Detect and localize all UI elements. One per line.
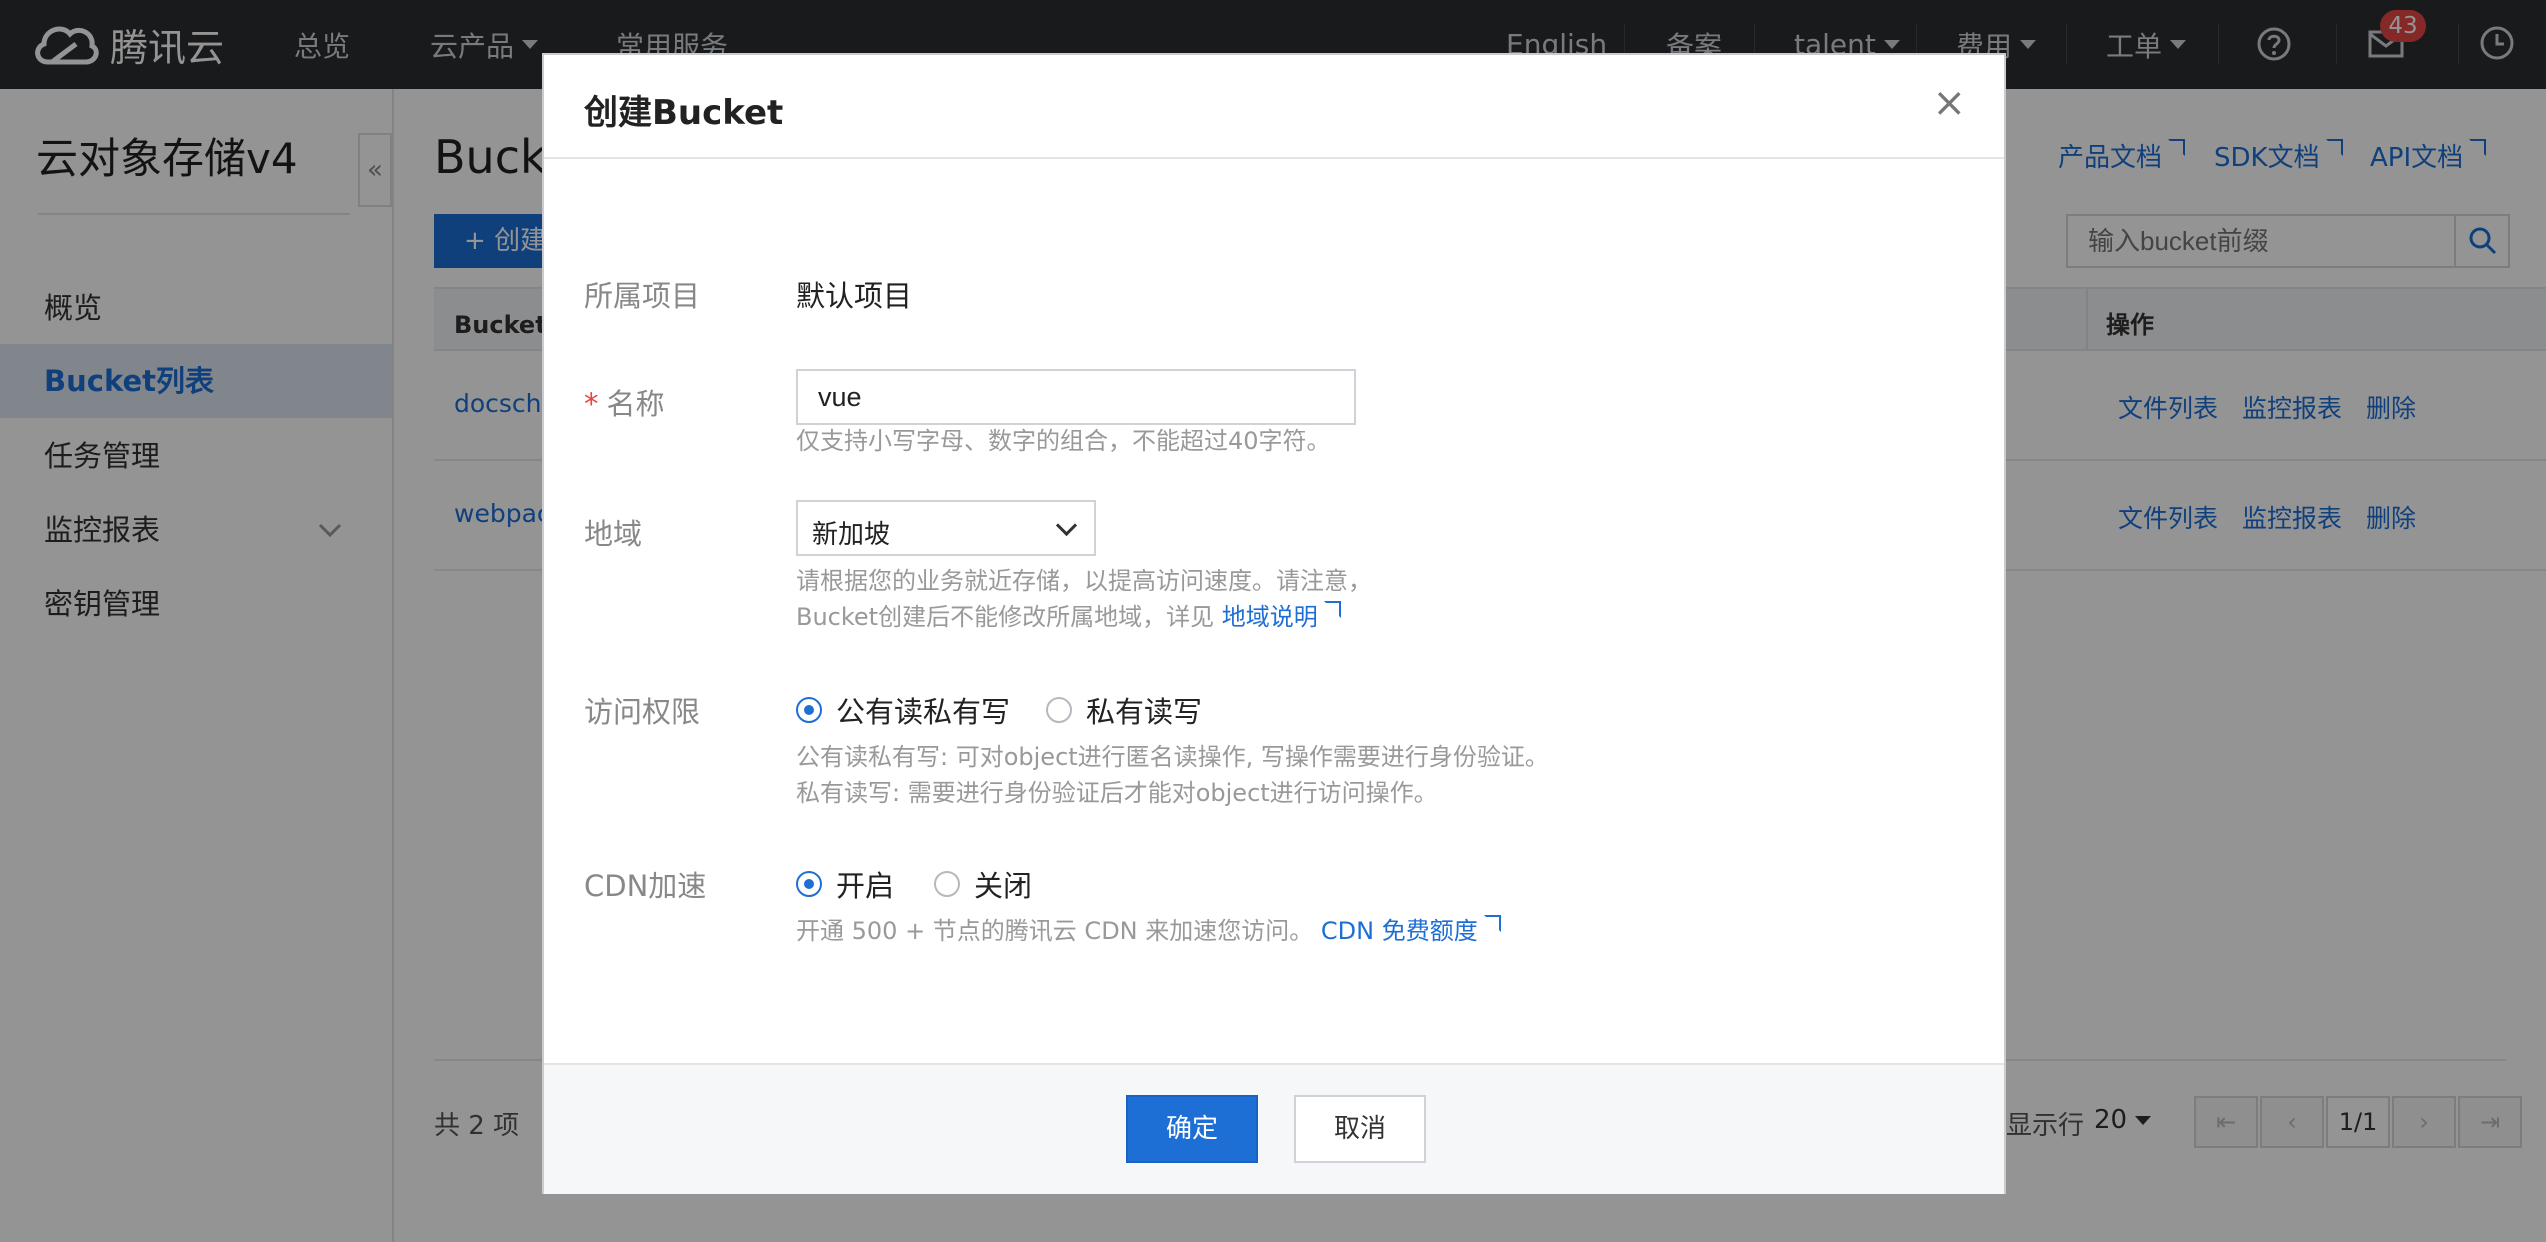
external-link-icon (1483, 915, 1501, 932)
close-button[interactable]: × (1932, 81, 1966, 125)
access-hint-line2: 私有读写: 需要进行身份验证后才能对object进行访问操作。 (796, 779, 1438, 807)
dialog-title: 创建Bucket (584, 93, 784, 133)
external-link-icon (1323, 601, 1341, 618)
close-icon: × (1932, 80, 1966, 126)
project-value: 默认项目 (796, 279, 913, 313)
name-label: * 名称 (584, 381, 665, 423)
radio-label: 开启 (836, 869, 895, 903)
create-bucket-dialog: 创建Bucket × 所属项目 默认项目 *名称 仅支持小写字母、数字的组合，不… (542, 53, 2006, 1194)
radio-private[interactable]: 私有读写 (1046, 689, 1202, 731)
radio-unselected-icon (1046, 697, 1072, 723)
radio-label: 关闭 (974, 869, 1033, 903)
cancel-button[interactable]: 取消 (1294, 1095, 1426, 1163)
chevron-down-icon (1055, 514, 1078, 537)
radio-selected-icon (796, 697, 822, 723)
name-hint: 仅支持小写字母、数字的组合，不能超过40字符。 (796, 427, 1331, 455)
access-hint: 公有读私有写: 可对object进行匿名读操作, 写操作需要进行身份验证。 私有… (796, 739, 1549, 811)
cdn-hint-text: 开通 500 + 节点的腾讯云 CDN 来加速您访问。 (796, 917, 1314, 945)
region-hint-line2: Bucket创建后不能修改所属地域，详见 地域说明 (796, 599, 1372, 635)
confirm-button[interactable]: 确定 (1126, 1095, 1258, 1163)
region-doc-link-label: 地域说明 (1221, 603, 1318, 631)
radio-selected-icon (796, 871, 822, 897)
region-label: 地域 (584, 517, 643, 551)
bucket-name-input[interactable] (798, 371, 1354, 423)
radio-label: 私有读写 (1086, 695, 1203, 729)
cdn-hint: 开通 500 + 节点的腾讯云 CDN 来加速您访问。 CDN 免费额度 (796, 913, 1501, 949)
radio-unselected-icon (934, 871, 960, 897)
region-hint-line1: 请根据您的业务就近存储，以提高访问速度。请注意， (796, 567, 1372, 595)
required-marker: * (584, 387, 599, 421)
radio-cdn-off[interactable]: 关闭 (934, 863, 1032, 905)
cdn-free-quota-link[interactable]: CDN 免费额度 (1320, 915, 1501, 945)
access-label: 访问权限 (584, 695, 701, 729)
region-select[interactable]: 新加坡 (796, 500, 1096, 556)
name-field (796, 369, 1356, 425)
cdn-label: CDN加速 (584, 869, 707, 903)
radio-label: 公有读私有写 (836, 695, 1011, 729)
name-label-text: 名称 (606, 387, 665, 421)
cdn-free-quota-label: CDN 免费额度 (1320, 917, 1478, 945)
dialog-header: 创建Bucket × (544, 55, 2004, 159)
region-doc-link[interactable]: 地域说明 (1221, 601, 1341, 631)
radio-public-read[interactable]: 公有读私有写 (796, 689, 1010, 731)
project-label: 所属项目 (584, 279, 701, 313)
region-hint: 请根据您的业务就近存储，以提高访问速度。请注意， Bucket创建后不能修改所属… (796, 563, 1372, 635)
radio-cdn-on[interactable]: 开启 (796, 863, 894, 905)
dialog-footer: 确定 取消 (544, 1063, 2004, 1194)
region-hint-text: Bucket创建后不能修改所属地域，详见 (796, 603, 1215, 631)
region-selected-value: 新加坡 (812, 520, 891, 550)
access-hint-line1: 公有读私有写: 可对object进行匿名读操作, 写操作需要进行身份验证。 (796, 743, 1549, 771)
